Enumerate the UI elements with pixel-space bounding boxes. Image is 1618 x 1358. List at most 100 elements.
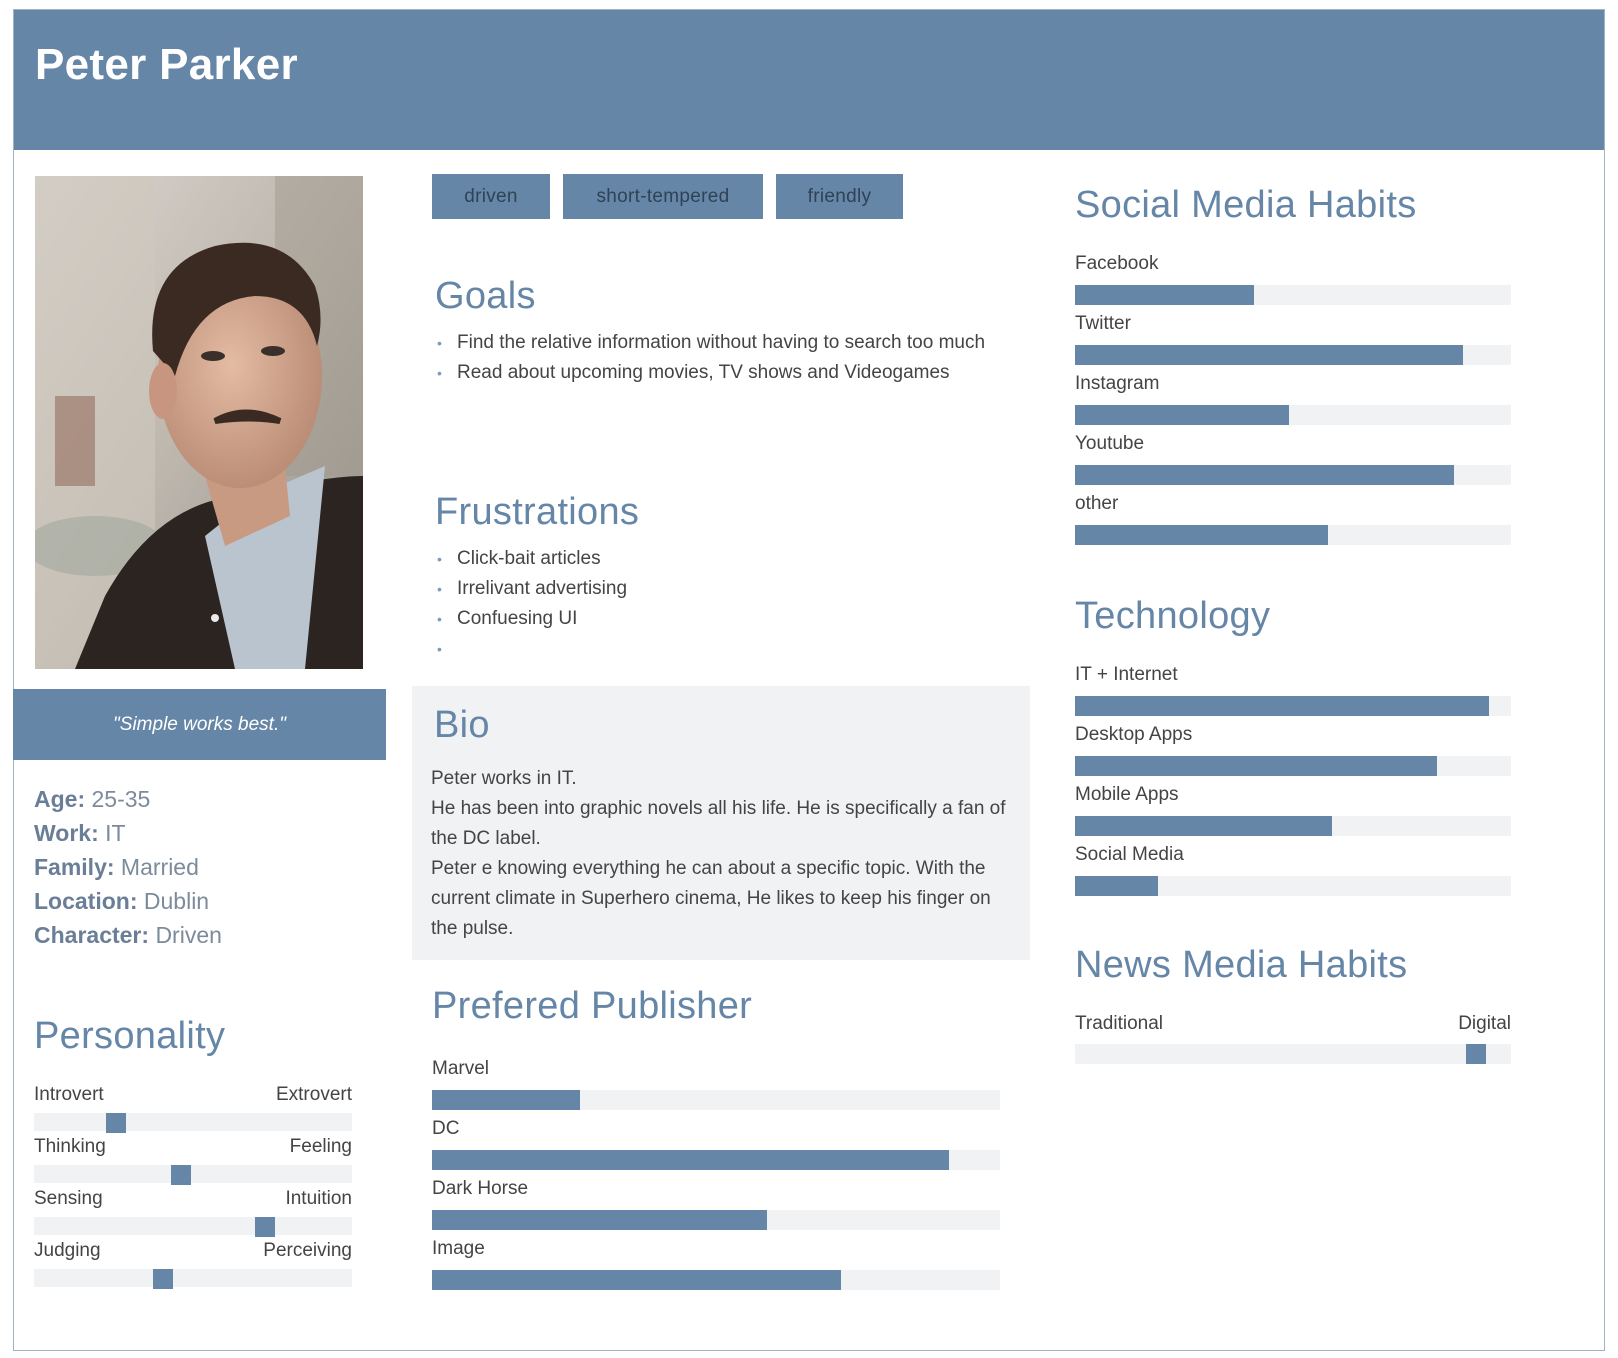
bar-track <box>1075 756 1511 776</box>
bar-fill <box>1075 285 1254 305</box>
persona-tags: driven short-tempered friendly <box>432 174 903 219</box>
tech-bar-it-internet: IT + Internet <box>1075 664 1511 724</box>
bar-fill <box>432 1090 580 1110</box>
trait-track <box>34 1269 352 1287</box>
fact-family: Family: Married <box>34 850 222 884</box>
bio-section: Bio Peter works in IT. He has been into … <box>412 686 1030 960</box>
trait-left-label: Introvert <box>34 1084 104 1105</box>
trait-judging-perceiving: Judging Perceiving <box>34 1240 352 1292</box>
news-media-marker <box>1466 1044 1487 1064</box>
social-bar-twitter: Twitter <box>1075 313 1511 373</box>
bar-label: Mobile Apps <box>1075 784 1179 805</box>
bio-line: He has been into graphic novels all his … <box>431 798 1006 849</box>
news-media-title: News Media Habits <box>1075 944 1408 986</box>
trait-track <box>34 1165 352 1183</box>
publisher-bar-marvel: Marvel <box>432 1058 1000 1118</box>
trait-right-label: Intuition <box>285 1188 352 1209</box>
tech-bar-social-media: Social Media <box>1075 844 1511 904</box>
bio-title: Bio <box>434 704 490 746</box>
publisher-section: Prefered Publisher Marvel DC Dark Horse … <box>432 985 1000 1298</box>
publisher-bar-dark-horse: Dark Horse <box>432 1178 1000 1238</box>
bar-track <box>1075 285 1511 305</box>
tag-driven: driven <box>432 174 550 219</box>
list-item: Find the relative information without ha… <box>435 328 995 358</box>
trait-marker <box>171 1165 192 1185</box>
persona-quote: "Simple works best." <box>13 689 386 760</box>
bar-label: Social Media <box>1075 844 1184 865</box>
fact-label: Family: <box>34 854 115 880</box>
bar-fill <box>432 1210 768 1230</box>
list-item: Irrelivant advertising <box>435 574 995 604</box>
technology-section: Technology IT + Internet Desktop Apps Mo… <box>1075 595 1511 904</box>
bar-track <box>1075 696 1511 716</box>
goals-list: Find the relative information without ha… <box>435 328 995 388</box>
trait-marker <box>105 1113 126 1133</box>
trait-right-label: Perceiving <box>263 1240 352 1261</box>
persona-name: Peter Parker <box>35 40 298 89</box>
tag-short-tempered: short-tempered <box>563 174 763 219</box>
technology-title: Technology <box>1075 595 1271 637</box>
publisher-title: Prefered Publisher <box>432 985 753 1027</box>
bar-fill <box>1075 465 1455 485</box>
fact-value: Married <box>120 854 199 880</box>
social-bar-facebook: Facebook <box>1075 253 1511 313</box>
bar-label: Youtube <box>1075 433 1145 454</box>
header-banner: Peter Parker <box>14 10 1604 150</box>
fact-value: 25-35 <box>91 786 151 812</box>
bar-track <box>1075 345 1511 365</box>
social-media-title: Social Media Habits <box>1075 184 1417 226</box>
bar-label: Image <box>432 1238 485 1259</box>
publisher-bar-dc: DC <box>432 1118 1000 1178</box>
personality-title: Personality <box>34 1015 226 1057</box>
trait-introvert-extrovert: Introvert Extrovert <box>34 1084 352 1136</box>
list-item: Confuesing UI <box>435 604 995 634</box>
tag-friendly: friendly <box>776 174 903 219</box>
tech-bar-desktop-apps: Desktop Apps <box>1075 724 1511 784</box>
personality-section: Personality Introvert Extrovert Thinking… <box>34 1015 352 1292</box>
bar-track <box>432 1210 1000 1230</box>
bar-fill <box>1075 876 1158 896</box>
bar-fill <box>1075 816 1333 836</box>
trait-track <box>34 1113 352 1131</box>
bar-label: Desktop Apps <box>1075 724 1193 745</box>
bar-label: Instagram <box>1075 373 1160 394</box>
fact-value: Driven <box>155 922 222 948</box>
publisher-bar-image: Image <box>432 1238 1000 1298</box>
news-left-label: Traditional <box>1075 1013 1164 1034</box>
goals-title: Goals <box>435 275 536 317</box>
bar-track <box>1075 876 1511 896</box>
bar-label: Twitter <box>1075 313 1131 334</box>
goals-section: Goals Find the relative information with… <box>435 275 995 388</box>
bar-fill <box>1075 345 1464 365</box>
social-media-section: Social Media Habits Facebook Twitter Ins… <box>1075 184 1511 553</box>
news-right-label: Digital <box>1458 1013 1511 1034</box>
trait-sensing-intuition: Sensing Intuition <box>34 1188 352 1240</box>
trait-left-label: Judging <box>34 1240 101 1261</box>
bar-label: Facebook <box>1075 253 1159 274</box>
list-item: Click-bait articles <box>435 544 995 574</box>
bar-track <box>1075 405 1511 425</box>
bio-line: Peter works in IT. <box>431 768 577 789</box>
tech-bar-mobile-apps: Mobile Apps <box>1075 784 1511 844</box>
bar-label: IT + Internet <box>1075 664 1178 685</box>
portrait-image <box>35 176 363 669</box>
bio-line: Peter e knowing everything he can about … <box>431 858 991 939</box>
trait-track <box>34 1217 352 1235</box>
frustrations-list: Click-bait articles Irrelivant advertisi… <box>435 544 995 664</box>
social-bar-other: other <box>1075 493 1511 553</box>
bar-track <box>1075 816 1511 836</box>
bar-fill <box>432 1150 949 1170</box>
social-bar-youtube: Youtube <box>1075 433 1511 493</box>
trait-marker <box>153 1269 174 1289</box>
trait-right-label: Extrovert <box>275 1084 352 1105</box>
trait-right-label: Feeling <box>289 1136 352 1157</box>
trait-left-label: Thinking <box>34 1136 106 1157</box>
persona-photo <box>35 176 363 669</box>
fact-location: Location: Dublin <box>34 884 222 918</box>
news-media-labels: Traditional Digital <box>1075 1013 1511 1034</box>
fact-work: Work: IT <box>34 816 222 850</box>
fact-character: Character: Driven <box>34 918 222 952</box>
bar-track <box>1075 465 1511 485</box>
persona-facts: Age: 25-35 Work: IT Family: Married Loca… <box>34 782 222 952</box>
fact-label: Age: <box>34 786 86 812</box>
